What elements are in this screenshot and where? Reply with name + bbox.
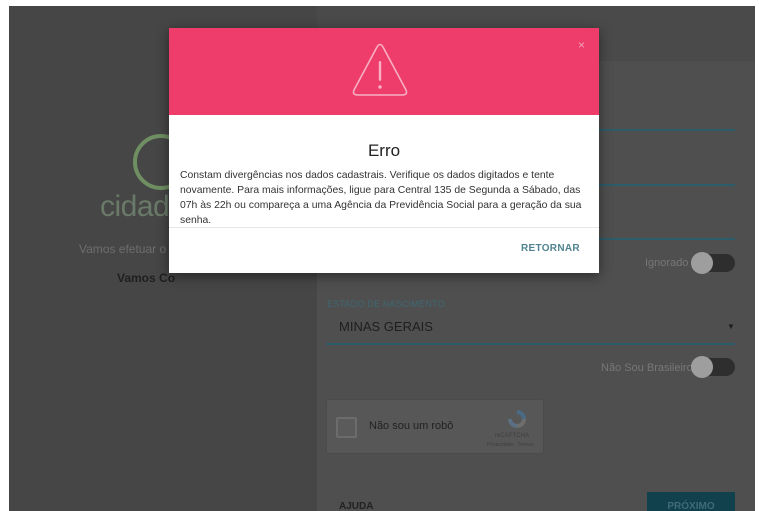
recaptcha-widget: Não sou um robô reCAPTCHA Privacidade - … — [326, 399, 544, 454]
toggle-knob — [691, 356, 713, 378]
modal-title: Erro — [367, 141, 401, 160]
warning-triangle-icon — [352, 43, 408, 96]
field-underline-1[interactable] — [599, 129, 735, 131]
field-underline-3[interactable] — [599, 238, 735, 240]
next-button[interactable]: PRÓXIMO — [647, 492, 735, 511]
welcome-bold-text: Vamos Co — [117, 271, 176, 285]
field-underline-2[interactable] — [599, 184, 735, 186]
help-link[interactable]: AJUDA — [339, 501, 373, 511]
modal-header: × — [169, 28, 599, 115]
estado-label: ESTADO DE NASCIMENTO — [327, 299, 445, 309]
dropdown-arrow-icon[interactable]: ▼ — [727, 322, 735, 331]
toggle-ignored[interactable] — [691, 252, 735, 274]
modal-message: Constam divergências nos dados cadastrai… — [180, 170, 582, 226]
recaptcha-brand: reCAPTCHA — [495, 433, 530, 439]
toggle-knob — [691, 252, 713, 274]
estado-underline — [326, 343, 735, 345]
close-icon[interactable]: × — [578, 38, 585, 52]
welcome-text: Vamos efetuar o — [79, 242, 167, 256]
return-button[interactable]: RETORNAR — [521, 243, 580, 254]
recaptcha-links[interactable]: Privacidade - Termos — [487, 442, 534, 448]
recaptcha-label: Não sou um robô — [369, 420, 454, 432]
modal-divider — [169, 227, 599, 228]
toggle-ignored-label: Ignorado — [645, 257, 689, 269]
estado-select[interactable]: MINAS GERAIS — [339, 319, 433, 334]
recaptcha-checkbox[interactable] — [336, 417, 357, 438]
recaptcha-icon — [508, 410, 526, 428]
toggle-brazilian-label: Não Sou Brasileiro — [601, 362, 693, 374]
error-modal: × Erro Constam divergências nos dados ca… — [169, 28, 599, 273]
toggle-brazilian[interactable] — [691, 356, 735, 378]
